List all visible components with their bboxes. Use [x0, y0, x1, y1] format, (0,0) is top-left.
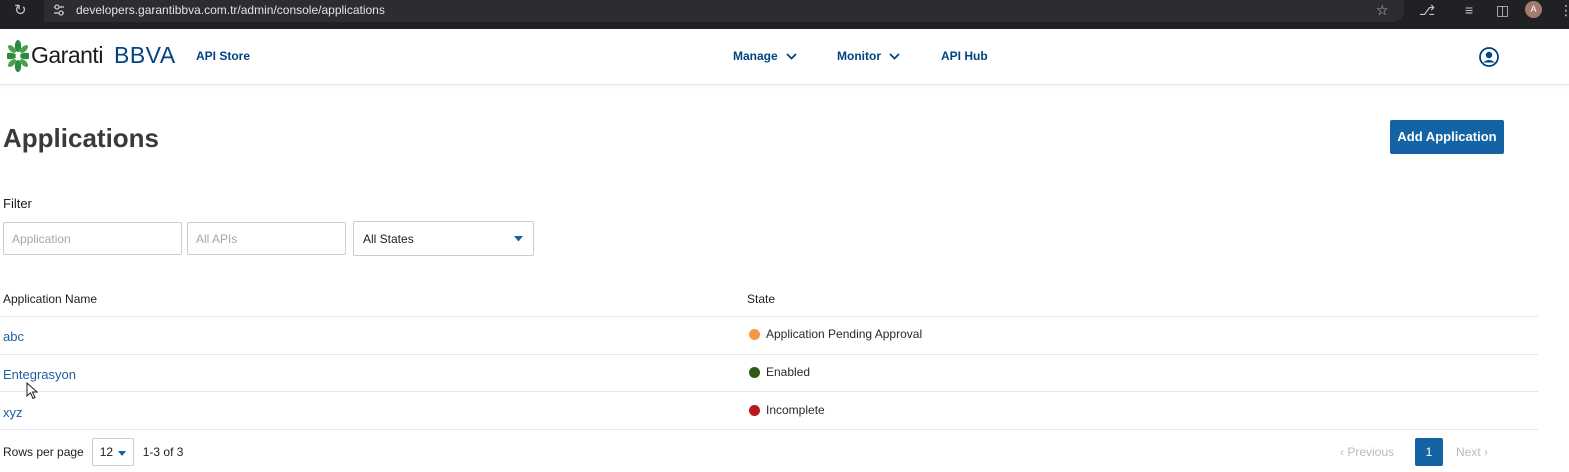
application-link[interactable]: Entegrasyon — [3, 367, 76, 382]
rows-per-page-label: Rows per page — [3, 445, 84, 459]
state-cell: Application Pending Approval — [749, 327, 922, 341]
status-dot — [749, 366, 760, 378]
url-text[interactable]: developers.garantibbva.com.tr/admin/cons… — [76, 3, 385, 17]
nav-api-hub[interactable]: API Hub — [941, 49, 988, 63]
browser-toolbar: ↻ developers.garantibbva.com.tr/admin/co… — [0, 0, 1569, 29]
state-cell: Incomplete — [749, 403, 825, 417]
page-number-current[interactable]: 1 — [1415, 438, 1443, 466]
status-dot — [749, 404, 760, 416]
top-navigation: Garanti BBVA API Store Manage Monitor AP… — [0, 29, 1569, 85]
row-divider — [0, 354, 1538, 355]
nav-monitor[interactable]: Monitor — [837, 49, 900, 63]
logo-text-bbva: BBVA — [114, 42, 176, 68]
state-text: Enabled — [766, 365, 811, 379]
nav-manage-label: Manage — [733, 49, 778, 63]
filter-label: Filter — [3, 196, 32, 211]
status-dot — [749, 328, 760, 340]
state-cell: Enabled — [749, 365, 810, 379]
chevron-down-icon — [889, 52, 900, 60]
caret-down-icon — [514, 236, 523, 242]
row-divider — [0, 429, 1538, 430]
column-header-state: State — [747, 292, 776, 306]
bookmark-star-icon[interactable]: ☆ — [1376, 2, 1389, 18]
previous-page-button[interactable]: ‹ Previous — [1340, 445, 1394, 459]
add-application-button[interactable]: Add Application — [1390, 120, 1504, 154]
nav-api-hub-label: API Hub — [941, 49, 988, 63]
profile-avatar[interactable]: A — [1525, 1, 1542, 18]
nav-monitor-label: Monitor — [837, 49, 881, 63]
chevron-down-icon — [786, 52, 797, 60]
column-header-application-name: Application Name — [3, 292, 98, 306]
mouse-cursor-icon — [26, 382, 38, 400]
state-filter-select[interactable]: All States — [353, 221, 534, 256]
rows-per-page-select[interactable]: 12 — [91, 438, 134, 466]
user-account-icon[interactable] — [1479, 47, 1499, 67]
site-info-icon[interactable] — [52, 3, 66, 17]
row-divider — [0, 391, 1538, 392]
row-divider — [0, 316, 1538, 317]
extensions-icon[interactable]: ⎇ — [1419, 2, 1435, 18]
page-title: Applications — [3, 123, 160, 153]
pagination-range: 1-3 of 3 — [142, 445, 184, 459]
chevron-right-icon: › — [1480, 445, 1489, 459]
media-queue-icon[interactable]: ≡ — [1465, 2, 1473, 18]
garanti-bbva-logo[interactable]: Garanti BBVA — [7, 39, 185, 73]
application-filter-input[interactable] — [3, 222, 182, 255]
apis-filter-input[interactable] — [187, 222, 346, 255]
state-text: Application Pending Approval — [766, 327, 923, 341]
caret-down-icon — [117, 451, 126, 456]
nav-manage[interactable]: Manage — [733, 49, 797, 63]
side-panel-icon[interactable]: ◫ — [1496, 2, 1509, 18]
rows-per-page-value: 12 — [99, 445, 114, 459]
next-page-button[interactable]: Next › — [1456, 445, 1488, 459]
api-store-link[interactable]: API Store — [196, 49, 250, 63]
rows-per-page-control: Rows per page 12 1-3 of 3 — [3, 438, 183, 466]
previous-label: Previous — [1347, 445, 1395, 459]
reload-icon[interactable]: ↻ — [14, 2, 27, 20]
application-link[interactable]: abc — [3, 329, 24, 344]
state-filter-value: All States — [363, 232, 414, 246]
logo-text-garanti: Garanti — [31, 42, 103, 68]
clover-logo-icon — [7, 40, 29, 72]
browser-menu-icon[interactable]: ⋮ — [1559, 2, 1569, 18]
next-label: Next — [1456, 445, 1481, 459]
state-text: Incomplete — [766, 403, 825, 417]
application-link[interactable]: xyz — [3, 405, 23, 420]
